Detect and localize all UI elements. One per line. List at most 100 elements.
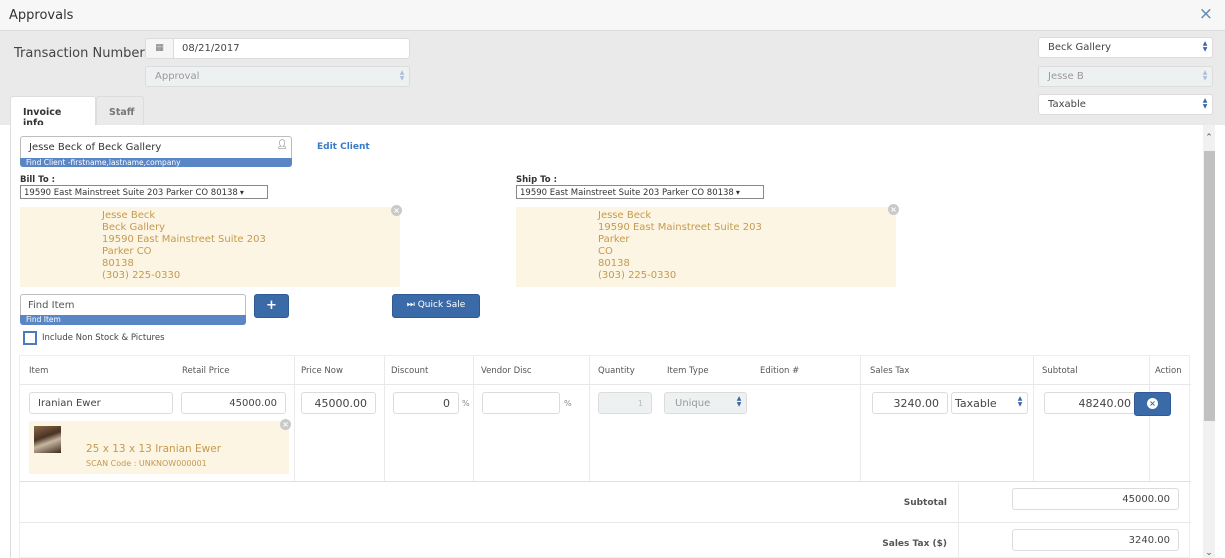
column-header-price-now: Price Now — [301, 366, 343, 376]
scroll-up-icon[interactable]: ⌃ — [1203, 133, 1215, 143]
ship-to-selected: 19590 East Mainstreet Suite 203 Parker C… — [520, 188, 734, 198]
select-arrows-icon: ▲ ▼ — [1202, 97, 1208, 110]
bill-to-select[interactable]: 19590 East Mainstreet Suite 203 Parker C… — [20, 185, 268, 199]
row-divider — [20, 481, 1191, 482]
summary-sales-tax-input[interactable]: 3240.00 — [1012, 529, 1179, 551]
row-tax-status-select[interactable]: Taxable ▲ ▼ — [951, 392, 1028, 414]
transaction-number-label: Transaction Number — [14, 46, 145, 61]
remove-ship-to-icon[interactable]: × — [888, 204, 899, 215]
summary-subtotal-input[interactable]: 45000.00 — [1012, 488, 1179, 510]
row-tax-status-value: Taxable — [955, 397, 997, 410]
header-divider — [20, 384, 1191, 385]
retail-price-input[interactable]: 45000.00 — [181, 392, 286, 414]
client-search[interactable]: Jesse Beck of Beck Gallery 👤︎ Find Clien… — [20, 136, 292, 167]
bill-to-label: Bill To : — [20, 175, 56, 185]
item-thumbnail — [34, 426, 61, 453]
ship-to-label: Ship To : — [516, 175, 557, 185]
remove-circle-icon: × — [1147, 398, 1158, 409]
add-item-button[interactable]: + — [254, 294, 289, 318]
discount-input[interactable]: 0 — [393, 392, 459, 414]
location-select[interactable]: Beck Gallery ▲ ▼ — [1038, 37, 1213, 58]
column-header-retail-price: Retail Price — [182, 366, 230, 376]
column-divider — [473, 356, 474, 481]
ship-to-address-card: Jesse Beck 19590 East Mainstreet Suite 2… — [516, 207, 896, 287]
bill-to-line: 19590 East Mainstreet Suite 203 — [102, 234, 266, 245]
column-header-item-type: Item Type — [667, 366, 709, 376]
column-divider — [860, 356, 861, 481]
price-now-input[interactable]: 45000.00 — [301, 392, 376, 414]
tax-status-value: Taxable — [1048, 99, 1086, 110]
column-header-discount: Discount — [391, 366, 429, 376]
tax-status-select[interactable]: Taxable ▲ ▼ — [1038, 94, 1213, 115]
vendor-disc-input[interactable] — [482, 392, 560, 414]
bill-to-line: Parker CO — [102, 246, 152, 257]
chevron-down-icon: ▾ — [735, 188, 740, 197]
ship-to-line: CO — [598, 246, 613, 257]
find-item-hint[interactable]: Find Item — [20, 315, 246, 325]
client-search-input[interactable]: Jesse Beck of Beck Gallery — [20, 136, 292, 158]
ship-to-line: (303) 225-0330 — [598, 270, 677, 281]
row-divider — [20, 522, 1191, 523]
remove-bill-to-icon[interactable]: × — [391, 205, 402, 216]
column-header-action: Action — [1155, 366, 1182, 376]
staff-value: Jesse B — [1048, 71, 1084, 82]
plus-icon: + — [266, 298, 277, 313]
include-non-stock-label: Include Non Stock & Pictures — [42, 333, 165, 343]
select-arrows-icon: ▲ ▼ — [1017, 395, 1023, 408]
scroll-thumb[interactable] — [1204, 151, 1215, 421]
client-search-hint[interactable]: Find Client -firstname,lastname,company — [20, 158, 292, 167]
item-type-value: Unique — [675, 398, 711, 409]
item-type-select[interactable]: Unique ▲ ▼ — [664, 392, 747, 414]
select-arrows-icon: ▲ ▼ — [1202, 40, 1208, 53]
date-input[interactable]: 08/21/2017 — [173, 38, 410, 59]
edit-client-link[interactable]: Edit Client — [317, 142, 370, 152]
close-icon[interactable]: × — [1199, 5, 1213, 23]
column-divider — [384, 356, 385, 481]
summary-subtotal-label: Subtotal — [903, 498, 947, 508]
chevron-down-icon: ▾ — [239, 188, 244, 197]
include-non-stock-checkbox[interactable] — [23, 331, 37, 345]
tab-staff[interactable]: Staff — [96, 96, 144, 125]
transaction-type-select[interactable]: Approval ▲ ▼ — [145, 66, 410, 87]
bill-to-line: (303) 225-0330 — [102, 270, 181, 281]
ship-to-line: 19590 East Mainstreet Suite 203 — [598, 222, 762, 233]
column-divider — [1149, 356, 1150, 481]
find-item-input[interactable]: Find Item — [20, 294, 246, 315]
modal-header: Approvals × — [0, 0, 1225, 31]
column-header-edition: Edition # — [760, 366, 800, 376]
remove-row-button[interactable]: × — [1134, 392, 1171, 416]
find-item-search[interactable]: Find Item Find Item — [20, 294, 246, 325]
items-table: Item Retail Price Price Now Discount Ven… — [19, 355, 1191, 558]
remove-item-detail-icon[interactable]: × — [280, 419, 291, 430]
bill-to-address-card: Jesse Beck Beck Gallery 19590 East Mains… — [20, 207, 400, 287]
quantity-input[interactable]: 1 — [598, 392, 652, 414]
column-header-sales-tax: Sales Tax — [870, 366, 910, 376]
date-picker[interactable]: ▦ 08/21/2017 — [145, 38, 410, 59]
vertical-scrollbar[interactable]: ⌃ ⌄ — [1203, 125, 1215, 558]
tab-invoice-info[interactable]: Invoice info — [10, 96, 96, 129]
row-subtotal-input[interactable]: 48240.00 — [1044, 392, 1140, 414]
bill-to-line: Jesse Beck — [102, 210, 156, 221]
sales-tax-input[interactable]: 3240.00 — [872, 392, 948, 414]
item-description: 25 x 13 x 13 Iranian Ewer — [86, 443, 222, 455]
user-icon: 👤︎ — [276, 140, 288, 150]
column-divider — [589, 356, 590, 481]
column-header-vendor-disc: Vendor Disc — [481, 366, 532, 376]
quick-sale-label: Quick Sale — [417, 300, 466, 310]
staff-select[interactable]: Jesse B ▲ ▼ — [1038, 66, 1213, 87]
quick-sale-button[interactable]: ⏭ Quick Sale — [392, 294, 480, 318]
summary-sales-tax-label: Sales Tax ($) — [882, 539, 947, 549]
column-divider — [294, 356, 295, 481]
ship-to-select[interactable]: 19590 East Mainstreet Suite 203 Parker C… — [516, 185, 764, 199]
column-divider — [1033, 356, 1034, 481]
column-header-subtotal: Subtotal — [1042, 366, 1078, 376]
column-divider — [958, 481, 959, 558]
select-arrows-icon: ▲ ▼ — [736, 395, 742, 408]
bill-to-line: Beck Gallery — [102, 222, 166, 233]
column-header-item: Item — [29, 366, 49, 376]
select-arrows-icon: ▲ ▼ — [399, 69, 405, 82]
calendar-icon[interactable]: ▦ — [145, 38, 174, 59]
scroll-down-icon[interactable]: ⌄ — [1203, 548, 1215, 558]
item-scan-code: SCAN Code : UNKNOW000001 — [86, 459, 207, 468]
item-name-input[interactable]: Iranian Ewer — [29, 392, 173, 414]
